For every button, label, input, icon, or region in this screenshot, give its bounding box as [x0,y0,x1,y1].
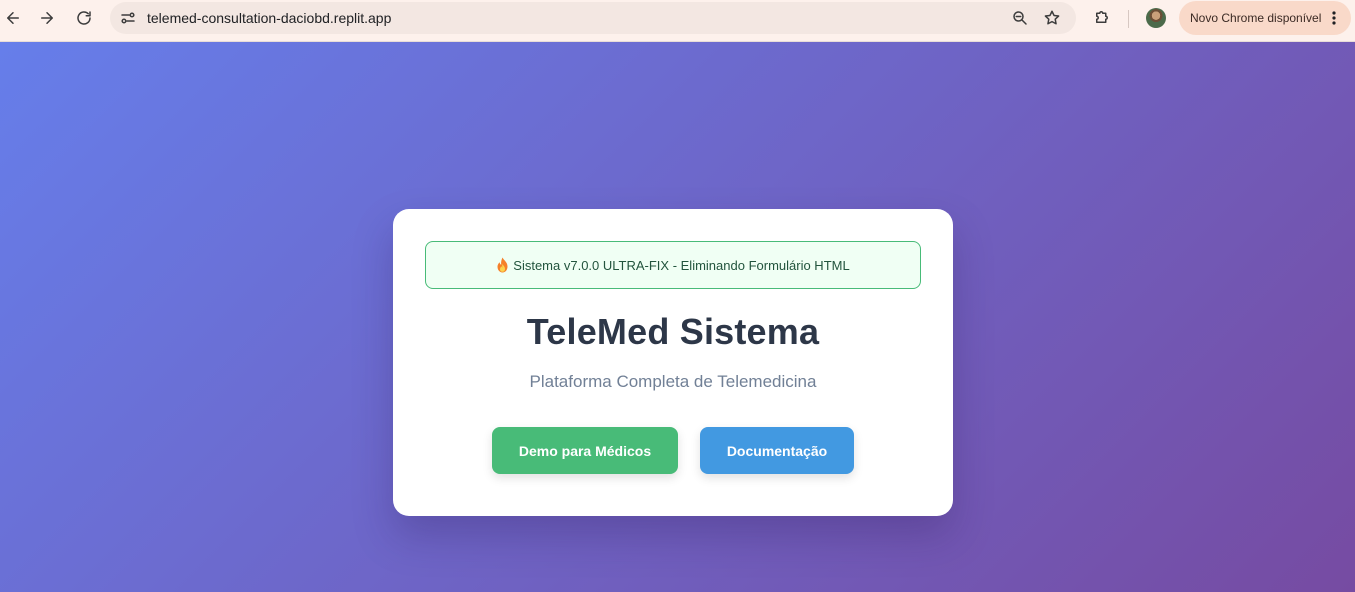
site-info-icon[interactable] [116,6,140,30]
zoom-icon[interactable] [1008,6,1032,30]
profile-avatar[interactable] [1146,8,1166,28]
update-chip-label: Novo Chrome disponível [1190,11,1322,25]
back-arrow-icon[interactable] [0,2,29,34]
puzzle-icon[interactable] [1090,5,1114,29]
documentation-button[interactable]: Documentação [700,427,854,474]
main-card: Sistema v7.0.0 ULTRA-FIX - Eliminando Fo… [393,209,953,516]
page-title: TeleMed Sistema [526,311,820,352]
toolbar-divider [1128,10,1129,28]
address-bar[interactable]: telemed-consultation-daciobd.replit.app [110,2,1076,34]
page-subtitle: Plataforma Completa de Telemedicina [529,372,817,391]
browser-toolbar: telemed-consultation-daciobd.replit.app … [0,0,1355,42]
url-text[interactable]: telemed-consultation-daciobd.replit.app [147,10,391,26]
fire-icon [496,257,509,273]
forward-arrow-icon[interactable] [31,2,63,34]
reload-icon[interactable] [68,2,100,34]
version-banner-text: Sistema v7.0.0 ULTRA-FIX - Eliminando Fo… [513,257,850,273]
chrome-update-button[interactable]: Novo Chrome disponível [1179,1,1351,35]
kebab-icon[interactable] [1327,9,1341,27]
version-banner: Sistema v7.0.0 ULTRA-FIX - Eliminando Fo… [425,241,921,289]
demo-for-doctors-button[interactable]: Demo para Médicos [492,427,678,474]
page-background: Sistema v7.0.0 ULTRA-FIX - Eliminando Fo… [0,42,1355,592]
star-icon[interactable] [1040,6,1064,30]
